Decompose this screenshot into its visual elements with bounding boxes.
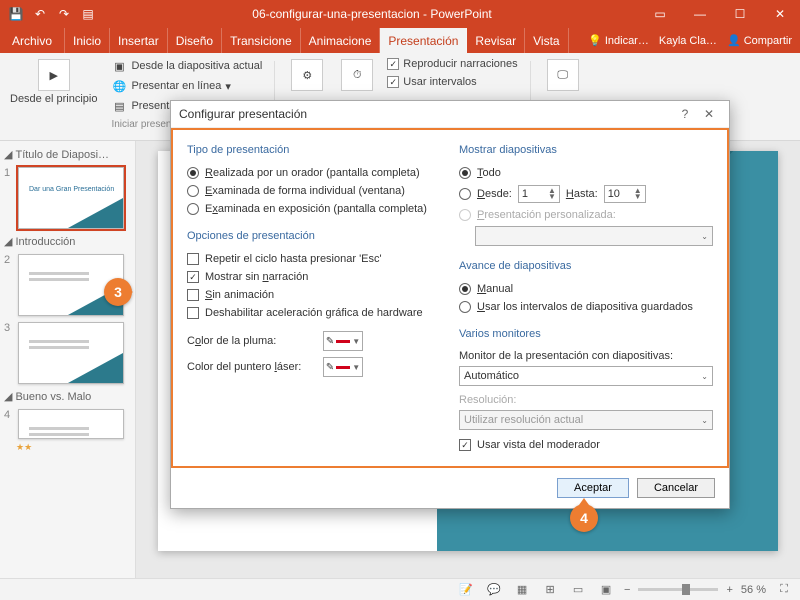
section-header[interactable]: ◢ Introducción	[2, 232, 133, 251]
resolution-select: Utilizar resolución actual⌄	[459, 410, 713, 430]
title-bar: 💾 ↶ ↷ ▤ 06-configurar-una-presentacion -…	[0, 0, 800, 28]
group-show-options: Opciones de presentación	[187, 230, 441, 242]
zoom-out-button[interactable]: −	[624, 584, 630, 596]
check-presenter-view[interactable]: ✓Usar vista del moderador	[459, 438, 713, 452]
minimize-button[interactable]: —	[680, 0, 720, 28]
laser-color-picker[interactable]: ✎▼	[323, 357, 363, 377]
callout-3: 3	[104, 278, 132, 306]
section-header[interactable]: ◢ Título de Diaposi…	[2, 145, 133, 164]
zoom-level[interactable]: 56 %	[741, 584, 766, 596]
callout-4: 4	[570, 504, 598, 532]
tab-insertar[interactable]: Insertar	[110, 28, 168, 53]
radio-timings[interactable]: Usar los intervalos de diapositiva guard…	[459, 300, 713, 314]
zoom-slider[interactable]	[638, 588, 718, 591]
list-icon: ▤	[111, 98, 127, 114]
status-bar: 📝 💬 ▦ ⊞ ▭ ▣ − + 56 % ⛶	[0, 578, 800, 600]
share-button[interactable]: 👤 Compartir	[727, 34, 792, 47]
setup-icon: ⚙	[291, 59, 323, 91]
zoom-in-button[interactable]: +	[726, 584, 732, 596]
section-header[interactable]: ◢ Bueno vs. Malo	[2, 387, 133, 406]
notes-button[interactable]: 📝	[456, 582, 476, 598]
resolution-label: Resolución:	[459, 394, 713, 406]
group-show-slides: Mostrar diapositivas	[459, 144, 713, 156]
group-show-type: Tipo de presentación	[187, 144, 441, 156]
to-input[interactable]: 10▲▼	[604, 185, 646, 203]
comments-button[interactable]: 💬	[484, 582, 504, 598]
monitor-label: Monitor de la presentación con diapositi…	[459, 350, 713, 362]
laser-color-label: Color del puntero láser:	[187, 361, 317, 373]
globe-icon: 🌐	[111, 78, 127, 94]
ok-button[interactable]: Aceptar	[557, 478, 629, 498]
check-no-narration[interactable]: ✓Mostrar sin narración	[187, 270, 441, 284]
monitor-icon: 🖵	[547, 59, 579, 91]
setup-show-button[interactable]: ⚙	[287, 57, 327, 93]
slide-thumb-3[interactable]: 3	[2, 319, 133, 387]
group-monitors: Varios monitores	[459, 328, 713, 340]
radio-presenter[interactable]: Realizada por un orador (pantalla comple…	[187, 166, 441, 180]
save-icon[interactable]: 💾	[8, 6, 24, 22]
slide-icon: ▣	[111, 58, 127, 74]
tab-presentacion[interactable]: Presentación	[380, 28, 467, 53]
undo-icon[interactable]: ↶	[32, 6, 48, 22]
radio-from-to[interactable]: Desde: 1▲▼ Hasta: 10▲▼	[459, 184, 713, 204]
check-no-animation[interactable]: Sin animación	[187, 288, 441, 302]
reading-view-icon[interactable]: ▭	[568, 582, 588, 598]
pen-color-picker[interactable]: ✎▼	[323, 331, 363, 351]
clock-icon: ⏱	[341, 59, 373, 91]
dialog-title: Configurar presentación	[179, 107, 673, 121]
radio-all-slides[interactable]: Todo	[459, 166, 713, 180]
user-name[interactable]: Kayla Cla…	[659, 35, 717, 47]
play-narrations-check[interactable]: ✓Reproducir narraciones	[387, 57, 517, 71]
setup-show-dialog: Configurar presentación ? ✕ Tipo de pres…	[170, 100, 730, 509]
monitor-button[interactable]: 🖵	[543, 57, 583, 93]
present-online-button[interactable]: 🌐Presentar en línea ▾	[111, 77, 262, 95]
sorter-view-icon[interactable]: ⊞	[540, 582, 560, 598]
tab-diseno[interactable]: Diseño	[168, 28, 222, 53]
custom-show-select: ⌄	[475, 226, 713, 246]
tab-revisar[interactable]: Revisar	[467, 28, 525, 53]
slideshow-view-icon[interactable]: ▣	[596, 582, 616, 598]
tab-inicio[interactable]: Inicio	[65, 28, 110, 53]
ribbon-tabs: Archivo Inicio Insertar Diseño Transicio…	[0, 28, 800, 53]
group-advance: Avance de diapositivas	[459, 260, 713, 272]
tab-archivo[interactable]: Archivo	[0, 28, 65, 53]
tell-me[interactable]: 💡 Indicar…	[588, 34, 649, 47]
from-input[interactable]: 1▲▼	[518, 185, 560, 203]
tab-transiciones[interactable]: Transicione	[222, 28, 301, 53]
radio-manual[interactable]: Manual	[459, 282, 713, 296]
slide-thumb-4[interactable]: 4	[2, 406, 133, 442]
monitor-select[interactable]: Automático⌄	[459, 366, 713, 386]
dialog-close-button[interactable]: ✕	[697, 107, 721, 121]
window-title: 06-configurar-una-presentacion - PowerPo…	[104, 7, 640, 21]
check-loop[interactable]: Repetir el ciclo hasta presionar 'Esc'	[187, 252, 441, 266]
maximize-button[interactable]: ☐	[720, 0, 760, 28]
start-show-icon[interactable]: ▤	[80, 6, 96, 22]
play-icon: ▶	[38, 59, 70, 91]
close-button[interactable]: ✕	[760, 0, 800, 28]
from-current-button[interactable]: ▣Desde la diapositiva actual	[111, 57, 262, 75]
slide-thumb-1[interactable]: 1 Dar una Gran Presentación	[2, 164, 133, 232]
cancel-button[interactable]: Cancelar	[637, 478, 715, 498]
radio-kiosk[interactable]: Examinada en exposición (pantalla comple…	[187, 202, 441, 216]
redo-icon[interactable]: ↷	[56, 6, 72, 22]
from-beginning-button[interactable]: ▶ Desde el principio	[6, 57, 101, 107]
slide-panel[interactable]: ◢ Título de Diaposi… 1 Dar una Gran Pres…	[0, 141, 136, 578]
radio-individual[interactable]: Examinada de forma individual (ventana)	[187, 184, 441, 198]
rehearse-button[interactable]: ⏱	[337, 57, 377, 93]
use-timings-check[interactable]: ✓Usar intervalos	[387, 75, 517, 89]
check-disable-hw[interactable]: Deshabilitar aceleración gráfica de hard…	[187, 306, 441, 320]
ribbon-options-icon[interactable]: ▭	[640, 0, 680, 28]
help-button[interactable]: ?	[673, 107, 697, 121]
tab-vista[interactable]: Vista	[525, 28, 568, 53]
radio-custom-show: Presentación personalizada:	[459, 208, 713, 222]
slide-animation-icon: ★★	[2, 442, 133, 453]
fit-button[interactable]: ⛶	[774, 582, 794, 598]
tab-animaciones[interactable]: Animacione	[301, 28, 381, 53]
normal-view-icon[interactable]: ▦	[512, 582, 532, 598]
pen-color-label: Color de la pluma:	[187, 335, 317, 347]
